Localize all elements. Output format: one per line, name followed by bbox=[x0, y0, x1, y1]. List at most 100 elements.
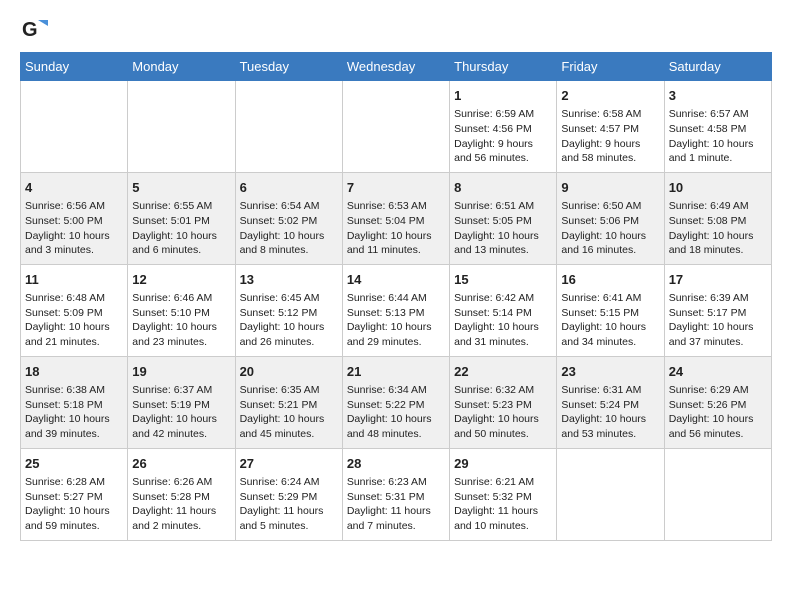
day-info: Sunrise: 6:45 AM Sunset: 5:12 PM Dayligh… bbox=[240, 291, 338, 350]
day-number: 3 bbox=[669, 87, 767, 105]
cell-2-0: 11 Sunrise: 6:48 AM Sunset: 5:09 PM Dayli… bbox=[21, 264, 128, 356]
day-number: 4 bbox=[25, 179, 123, 197]
day-number: 23 bbox=[561, 363, 659, 381]
cell-2-4: 15 Sunrise: 6:42 AM Sunset: 5:14 PM Dayli… bbox=[450, 264, 557, 356]
cell-2-1: 12Sunrise: 6:46 AM Sunset: 5:10 PM Dayli… bbox=[128, 264, 235, 356]
day-number: 17 bbox=[669, 271, 767, 289]
day-info: Sunrise: 6:55 AM Sunset: 5:01 PM Dayligh… bbox=[132, 199, 230, 258]
day-info: Sunrise: 6:26 AM Sunset: 5:28 PM Dayligh… bbox=[132, 475, 230, 534]
day-info: Sunrise: 6:28 AM Sunset: 5:27 PM Dayligh… bbox=[25, 475, 123, 534]
cell-0-0 bbox=[21, 81, 128, 173]
cell-1-1: 5 Sunrise: 6:55 AM Sunset: 5:01 PM Daylig… bbox=[128, 172, 235, 264]
cell-2-2: 13 Sunrise: 6:45 AM Sunset: 5:12 PM Dayli… bbox=[235, 264, 342, 356]
day-number: 15 bbox=[454, 271, 552, 289]
day-number: 13 bbox=[240, 271, 338, 289]
day-number: 9 bbox=[561, 179, 659, 197]
day-number: 6 bbox=[240, 179, 338, 197]
col-header-sunday: Sunday bbox=[21, 53, 128, 81]
cell-0-1 bbox=[128, 81, 235, 173]
svg-text:G: G bbox=[22, 19, 38, 41]
day-number: 27 bbox=[240, 455, 338, 473]
day-info: Sunrise: 6:42 AM Sunset: 5:14 PM Dayligh… bbox=[454, 291, 552, 350]
header-row: SundayMondayTuesdayWednesdayThursdayFrid… bbox=[21, 53, 772, 81]
day-number: 24 bbox=[669, 363, 767, 381]
cell-0-4: 1 Sunrise: 6:59 AM Sunset: 4:56 PM Daylig… bbox=[450, 81, 557, 173]
day-info: Sunrise: 6:21 AM Sunset: 5:32 PM Dayligh… bbox=[454, 475, 552, 534]
day-info: Sunrise: 6:23 AM Sunset: 5:31 PM Dayligh… bbox=[347, 475, 445, 534]
day-info: Sunrise: 6:37 AM Sunset: 5:19 PM Dayligh… bbox=[132, 383, 230, 442]
day-info: Sunrise: 6:44 AM Sunset: 5:13 PM Dayligh… bbox=[347, 291, 445, 350]
day-info: Sunrise: 6:49 AM Sunset: 5:08 PM Dayligh… bbox=[669, 199, 767, 258]
day-info: Sunrise: 6:41 AM Sunset: 5:15 PM Dayligh… bbox=[561, 291, 659, 350]
cell-1-6: 10 Sunrise: 6:49 AM Sunset: 5:08 PM Dayli… bbox=[664, 172, 771, 264]
day-info: Sunrise: 6:58 AM Sunset: 4:57 PM Dayligh… bbox=[561, 107, 659, 166]
cell-4-1: 26Sunrise: 6:26 AM Sunset: 5:28 PM Dayli… bbox=[128, 448, 235, 540]
week-row-0: 1 Sunrise: 6:59 AM Sunset: 4:56 PM Daylig… bbox=[21, 81, 772, 173]
cell-1-2: 6 Sunrise: 6:54 AM Sunset: 5:02 PM Daylig… bbox=[235, 172, 342, 264]
day-info: Sunrise: 6:29 AM Sunset: 5:26 PM Dayligh… bbox=[669, 383, 767, 442]
cell-3-2: 20 Sunrise: 6:35 AM Sunset: 5:21 PM Dayli… bbox=[235, 356, 342, 448]
day-info: Sunrise: 6:48 AM Sunset: 5:09 PM Dayligh… bbox=[25, 291, 123, 350]
cell-4-5 bbox=[557, 448, 664, 540]
day-info: Sunrise: 6:39 AM Sunset: 5:17 PM Dayligh… bbox=[669, 291, 767, 350]
day-number: 20 bbox=[240, 363, 338, 381]
cell-2-3: 14 Sunrise: 6:44 AM Sunset: 5:13 PM Dayli… bbox=[342, 264, 449, 356]
day-info: Sunrise: 6:46 AM Sunset: 5:10 PM Dayligh… bbox=[132, 291, 230, 350]
col-header-monday: Monday bbox=[128, 53, 235, 81]
calendar-table: SundayMondayTuesdayWednesdayThursdayFrid… bbox=[20, 52, 772, 541]
day-info: Sunrise: 6:31 AM Sunset: 5:24 PM Dayligh… bbox=[561, 383, 659, 442]
cell-0-3 bbox=[342, 81, 449, 173]
day-info: Sunrise: 6:54 AM Sunset: 5:02 PM Dayligh… bbox=[240, 199, 338, 258]
day-info: Sunrise: 6:34 AM Sunset: 5:22 PM Dayligh… bbox=[347, 383, 445, 442]
cell-3-6: 24 Sunrise: 6:29 AM Sunset: 5:26 PM Dayli… bbox=[664, 356, 771, 448]
col-header-tuesday: Tuesday bbox=[235, 53, 342, 81]
day-number: 11 bbox=[25, 271, 123, 289]
cell-3-5: 23 Sunrise: 6:31 AM Sunset: 5:24 PM Dayli… bbox=[557, 356, 664, 448]
cell-3-3: 21 Sunrise: 6:34 AM Sunset: 5:22 PM Dayli… bbox=[342, 356, 449, 448]
cell-1-0: 4 Sunrise: 6:56 AM Sunset: 5:00 PM Daylig… bbox=[21, 172, 128, 264]
day-number: 8 bbox=[454, 179, 552, 197]
day-info: Sunrise: 6:59 AM Sunset: 4:56 PM Dayligh… bbox=[454, 107, 552, 166]
col-header-saturday: Saturday bbox=[664, 53, 771, 81]
cell-4-3: 28 Sunrise: 6:23 AM Sunset: 5:31 PM Dayli… bbox=[342, 448, 449, 540]
cell-1-4: 8 Sunrise: 6:51 AM Sunset: 5:05 PM Daylig… bbox=[450, 172, 557, 264]
cell-1-5: 9Sunrise: 6:50 AM Sunset: 5:06 PM Daylig… bbox=[557, 172, 664, 264]
day-number: 14 bbox=[347, 271, 445, 289]
cell-0-2 bbox=[235, 81, 342, 173]
day-number: 22 bbox=[454, 363, 552, 381]
day-number: 10 bbox=[669, 179, 767, 197]
week-row-1: 4 Sunrise: 6:56 AM Sunset: 5:00 PM Daylig… bbox=[21, 172, 772, 264]
day-number: 1 bbox=[454, 87, 552, 105]
day-number: 21 bbox=[347, 363, 445, 381]
day-number: 2 bbox=[561, 87, 659, 105]
col-header-thursday: Thursday bbox=[450, 53, 557, 81]
logo: G bbox=[20, 16, 52, 44]
day-info: Sunrise: 6:24 AM Sunset: 5:29 PM Dayligh… bbox=[240, 475, 338, 534]
cell-3-1: 19Sunrise: 6:37 AM Sunset: 5:19 PM Dayli… bbox=[128, 356, 235, 448]
cell-0-6: 3 Sunrise: 6:57 AM Sunset: 4:58 PM Daylig… bbox=[664, 81, 771, 173]
week-row-4: 25 Sunrise: 6:28 AM Sunset: 5:27 PM Dayli… bbox=[21, 448, 772, 540]
day-number: 28 bbox=[347, 455, 445, 473]
day-number: 16 bbox=[561, 271, 659, 289]
week-row-3: 18Sunrise: 6:38 AM Sunset: 5:18 PM Dayli… bbox=[21, 356, 772, 448]
cell-1-3: 7 Sunrise: 6:53 AM Sunset: 5:04 PM Daylig… bbox=[342, 172, 449, 264]
cell-3-4: 22 Sunrise: 6:32 AM Sunset: 5:23 PM Dayli… bbox=[450, 356, 557, 448]
day-number: 25 bbox=[25, 455, 123, 473]
day-info: Sunrise: 6:38 AM Sunset: 5:18 PM Dayligh… bbox=[25, 383, 123, 442]
header: G bbox=[20, 16, 772, 44]
day-number: 7 bbox=[347, 179, 445, 197]
day-number: 5 bbox=[132, 179, 230, 197]
cell-2-6: 17 Sunrise: 6:39 AM Sunset: 5:17 PM Dayli… bbox=[664, 264, 771, 356]
day-info: Sunrise: 6:53 AM Sunset: 5:04 PM Dayligh… bbox=[347, 199, 445, 258]
cell-0-5: 2 Sunrise: 6:58 AM Sunset: 4:57 PM Daylig… bbox=[557, 81, 664, 173]
week-row-2: 11 Sunrise: 6:48 AM Sunset: 5:09 PM Dayli… bbox=[21, 264, 772, 356]
cell-4-4: 29Sunrise: 6:21 AM Sunset: 5:32 PM Dayli… bbox=[450, 448, 557, 540]
day-info: Sunrise: 6:56 AM Sunset: 5:00 PM Dayligh… bbox=[25, 199, 123, 258]
cell-2-5: 16 Sunrise: 6:41 AM Sunset: 5:15 PM Dayli… bbox=[557, 264, 664, 356]
day-info: Sunrise: 6:32 AM Sunset: 5:23 PM Dayligh… bbox=[454, 383, 552, 442]
day-info: Sunrise: 6:57 AM Sunset: 4:58 PM Dayligh… bbox=[669, 107, 767, 166]
cell-3-0: 18Sunrise: 6:38 AM Sunset: 5:18 PM Dayli… bbox=[21, 356, 128, 448]
col-header-wednesday: Wednesday bbox=[342, 53, 449, 81]
day-info: Sunrise: 6:51 AM Sunset: 5:05 PM Dayligh… bbox=[454, 199, 552, 258]
day-info: Sunrise: 6:35 AM Sunset: 5:21 PM Dayligh… bbox=[240, 383, 338, 442]
